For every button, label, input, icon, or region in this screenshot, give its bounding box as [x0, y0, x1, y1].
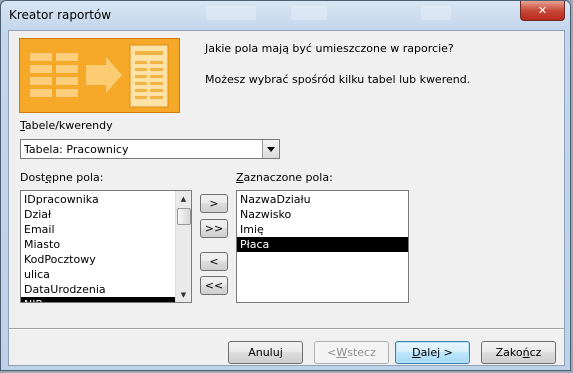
window-title: Kreator raportów — [9, 8, 112, 22]
list-item[interactable]: Miasto — [21, 237, 191, 252]
selected-label-rest: aznaczone pola: — [243, 171, 333, 184]
selected-fields-label: Zaznaczone pola: — [236, 171, 333, 184]
close-icon: ✕ — [537, 4, 548, 17]
available-fields-scrollbar[interactable]: ▲ ▼ — [175, 191, 191, 302]
next-label-post: alej > — [420, 346, 453, 359]
finish-label-accel: ń — [522, 346, 530, 359]
list-item[interactable]: Dział — [21, 207, 191, 222]
list-item[interactable]: Email — [21, 222, 191, 237]
available-fields-list[interactable]: IDpracownika Dział Email Miasto KodPocztowy u… — [20, 190, 192, 303]
cancel-button[interactable]: Anuluj — [228, 341, 303, 364]
remove-field-button[interactable]: < — [200, 252, 228, 271]
wizard-question: Jakie pola mają być umieszczone w raporc… — [205, 42, 454, 55]
selected-fields-items: NazwaDziału Nazwisko Imię Płaca — [237, 191, 408, 252]
close-button[interactable]: ✕ — [520, 1, 565, 21]
report-illustration-icon — [20, 39, 179, 112]
scroll-up-arrow-icon[interactable]: ▲ — [176, 191, 191, 206]
source-label-rest: abele/kwerendy — [24, 119, 113, 132]
available-label-accel: ę — [45, 171, 53, 184]
wizard-hint: Możesz wybrać spośród kilku tabel lub kw… — [205, 73, 471, 86]
list-item[interactable]: NazwaDziału — [237, 192, 408, 207]
back-label-accel: W — [336, 346, 348, 359]
title-bar[interactable]: Kreator raportów ✕ — [1, 1, 570, 29]
background-window-hint — [206, 6, 256, 20]
list-item[interactable]: Nazwisko — [237, 207, 408, 222]
back-button[interactable]: < Wstecz — [314, 341, 389, 364]
available-fields-label: Dostępne pola: — [20, 171, 103, 184]
wizard-body: Jakie pola mają być umieszczone w raporc… — [8, 30, 565, 366]
available-label-pre: Dost — [20, 171, 46, 184]
remove-all-fields-button[interactable]: << — [200, 276, 228, 295]
add-field-button[interactable]: > — [200, 194, 228, 213]
list-item[interactable]: DataUrodzenia — [21, 282, 191, 297]
source-label: Tabele/kwerendy — [20, 119, 113, 132]
finish-label-pre: Zako — [495, 346, 523, 359]
source-combobox-value: Tabela: Pracownicy — [24, 143, 129, 156]
next-label-accel: D — [412, 346, 421, 359]
list-item[interactable]: Płaca — [237, 237, 408, 252]
available-fields-items: IDpracownika Dział Email Miasto KodPocztowy u… — [21, 191, 191, 302]
chevron-down-icon — [267, 146, 275, 152]
source-combobox[interactable]: Tabela: Pracownicy — [20, 139, 280, 159]
list-item[interactable]: Imię — [237, 222, 408, 237]
back-label-pre: < — [327, 346, 337, 359]
next-button[interactable]: Dalej > — [395, 341, 470, 364]
list-item[interactable]: KodPocztowy — [21, 252, 191, 267]
footer-separator — [9, 328, 564, 330]
list-item[interactable]: ulica — [21, 267, 191, 282]
background-window-hint — [291, 6, 327, 20]
scrollbar-thumb[interactable] — [177, 208, 191, 225]
wizard-illustration — [19, 38, 180, 113]
finish-label-post: cz — [529, 346, 542, 359]
dialog-window: Kreator raportów ✕ Jakie pola mają być u… — [0, 0, 571, 371]
available-label-post: pne pola: — [52, 171, 104, 184]
back-label-post: stecz — [347, 346, 376, 359]
list-item[interactable]: IDpracownika — [21, 192, 191, 207]
background-window-hint — [421, 6, 451, 20]
combobox-dropdown-button[interactable] — [262, 140, 279, 158]
scroll-down-arrow-icon[interactable]: ▼ — [176, 287, 191, 302]
selected-fields-list[interactable]: NazwaDziału Nazwisko Imię Płaca — [236, 190, 409, 303]
finish-button[interactable]: Zako ń cz — [481, 341, 556, 364]
list-item[interactable]: NIP — [21, 297, 191, 302]
selected-label-accel: Z — [236, 171, 244, 184]
add-all-fields-button[interactable]: >> — [200, 219, 228, 238]
